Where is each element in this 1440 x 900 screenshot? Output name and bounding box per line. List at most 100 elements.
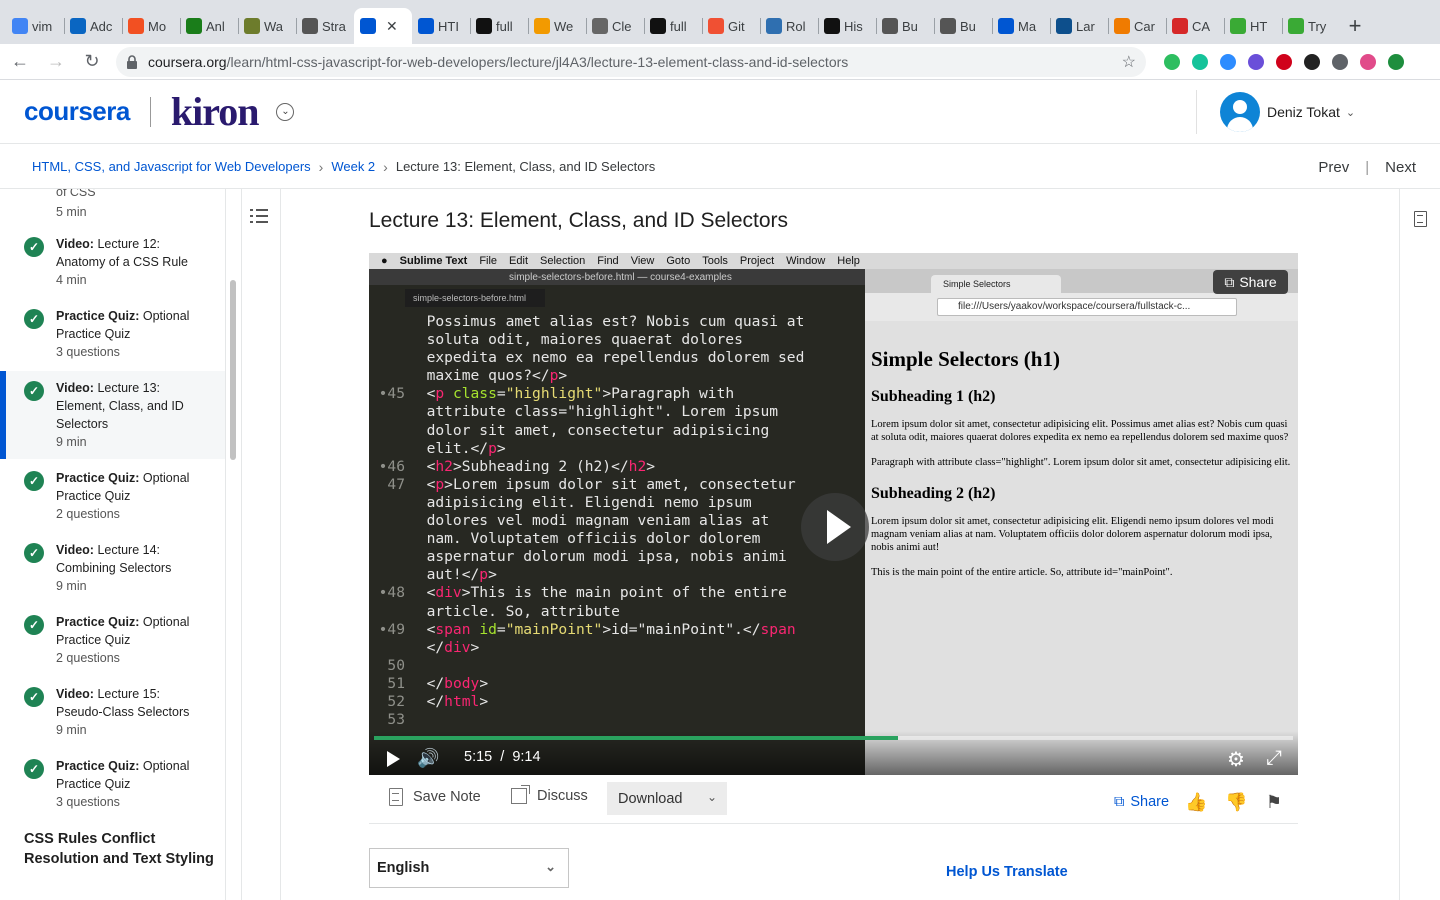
toc-column <box>241 189 281 900</box>
browser-tab[interactable]: Lar <box>1050 8 1108 44</box>
check-circle-icon: ✓ <box>24 615 44 635</box>
back-icon[interactable]: ← <box>4 46 36 78</box>
play-overlay-button[interactable] <box>801 493 869 561</box>
browser-tab[interactable]: Try <box>1282 8 1340 44</box>
browser-tab-label: Rol <box>786 18 806 34</box>
video-progress-bar[interactable] <box>374 736 1293 740</box>
browser-tab[interactable]: Cle <box>586 8 644 44</box>
sidebar-item-type: Practice Quiz: <box>56 309 140 323</box>
browser-tab[interactable]: full <box>644 8 702 44</box>
check-icon[interactable] <box>1248 53 1264 70</box>
browser-tab-label: full <box>670 18 687 34</box>
notes-icon[interactable] <box>1414 211 1427 227</box>
sidebar-scrollbar-thumb[interactable] <box>230 280 236 460</box>
share-button[interactable]: ⧉ Share <box>1114 794 1169 810</box>
mac-menu-item: Help <box>837 255 860 267</box>
page-title: Lecture 13: Element, Class, and ID Selec… <box>369 209 789 232</box>
prev-button[interactable]: Prev <box>1318 159 1349 176</box>
address-bar[interactable]: coursera.org/learn/html-css-javascript-f… <box>116 46 1146 77</box>
help-translate-link[interactable]: Help Us Translate <box>946 864 1068 880</box>
microsoft-icon <box>128 18 144 34</box>
browser-tab-label: His <box>844 18 863 34</box>
browser-tab[interactable]: Wa <box>238 8 296 44</box>
video-share-button[interactable]: ⧉ Share <box>1213 270 1288 294</box>
chevron-down-icon[interactable]: ⌄ <box>1346 106 1355 119</box>
browser-tab-label: Try <box>1308 18 1327 34</box>
browser-tab[interactable]: His <box>818 8 876 44</box>
circle-icon <box>1172 18 1188 34</box>
language-select[interactable]: English ⌄ <box>369 848 569 888</box>
sidebar-item-type: Video: <box>56 237 94 251</box>
user-menu[interactable]: Deniz Tokat ⌄ <box>1220 92 1355 132</box>
sidebar-item[interactable]: ✓ Video: Lecture 15: Pseudo-Class Selecto… <box>0 677 225 747</box>
sidebar-item[interactable]: ✓ Video: Lecture 12: Anatomy of a CSS Rul… <box>0 227 225 297</box>
user-name[interactable]: Deniz Tokat <box>1267 104 1340 120</box>
avatar[interactable] <box>1220 92 1260 132</box>
video-player[interactable]: ● Sublime Text File Edit Selection Find View Go… <box>369 253 1298 775</box>
new-tab-icon[interactable]: + <box>1340 8 1370 44</box>
sidebar-item-meta: 3 questions <box>56 345 120 359</box>
browser-tab[interactable]: Adc <box>64 8 122 44</box>
sidebar-item-text: Video: Lecture 13: Element, Class, and I… <box>56 379 206 459</box>
reload-icon[interactable]: ↻ <box>76 46 108 78</box>
thumbs-down-icon[interactable]: 👎 <box>1225 792 1247 813</box>
list-icon[interactable] <box>250 207 270 225</box>
flag-icon[interactable]: ⚑ <box>1266 792 1282 813</box>
w3-icon <box>1288 18 1304 34</box>
adblock-icon[interactable] <box>1276 53 1292 70</box>
browser-tab[interactable]: full <box>470 8 528 44</box>
browser-tab[interactable]: HT <box>1224 8 1282 44</box>
sidebar-item[interactable]: ✓ Practice Quiz: Optional Practice Quiz 3 … <box>0 299 225 369</box>
save-note-button[interactable]: Save Note <box>389 788 481 806</box>
evernote-icon[interactable] <box>1164 53 1180 70</box>
sidebar-item[interactable]: ✓ Practice Quiz: Optional Practice Quiz 2 … <box>0 605 225 675</box>
browser-tab-label: Mo <box>148 18 167 34</box>
browser-tab[interactable]: Mo <box>122 8 180 44</box>
rendered-paragraph: Lorem ipsum dolor sit amet, consectetur … <box>871 516 1274 553</box>
sidebar-item[interactable]: ✓ Practice Quiz: Optional Practice Quiz 3 … <box>0 749 225 819</box>
fullscreen-icon[interactable]: ⤢ <box>1266 747 1282 770</box>
browser-tab[interactable]: Rol <box>760 8 818 44</box>
puzzle-icon[interactable] <box>1332 53 1348 70</box>
rendered-paragraph: Paragraph with attribute class="highligh… <box>871 457 1291 468</box>
update-icon[interactable] <box>1388 53 1404 70</box>
discuss-button[interactable]: Discuss <box>511 785 588 804</box>
browser-tab[interactable]: ✕ <box>354 8 412 44</box>
react-icon[interactable] <box>1304 53 1320 70</box>
logo-divider <box>149 96 151 127</box>
color-icon[interactable] <box>1360 53 1376 70</box>
coursera-logo[interactable]: coursera <box>24 96 130 127</box>
thumbs-up-icon[interactable]: 👍 <box>1185 792 1207 813</box>
gear-icon[interactable]: ⚙ <box>1227 747 1245 772</box>
video-time: 5:15 / 9:14 <box>464 749 541 765</box>
browser-tab[interactable]: Bu <box>934 8 992 44</box>
browser-tab[interactable]: Ma <box>992 8 1050 44</box>
sidebar-section-title[interactable]: CSS Rules Conflict Resolution and Text S… <box>24 829 214 869</box>
download-button[interactable]: Download ⌄ <box>607 782 727 815</box>
breadcrumb-week[interactable]: Week 2 <box>331 159 375 174</box>
grammarly-icon[interactable] <box>1192 53 1208 70</box>
sidebar-item-fragment[interactable]: of CSS 5 min <box>56 189 96 221</box>
browser-tab[interactable]: Bu <box>876 8 934 44</box>
play-icon[interactable] <box>387 751 400 767</box>
browser-tab[interactable]: Anl <box>180 8 238 44</box>
browser-tab[interactable]: Stra <box>296 8 354 44</box>
kiron-logo[interactable]: kiron <box>171 88 260 135</box>
browser-tab[interactable]: CA <box>1166 8 1224 44</box>
browser-tab[interactable]: vim <box>6 8 64 44</box>
bookmark-star-icon[interactable]: ☆ <box>1122 52 1136 72</box>
next-button[interactable]: Next <box>1385 159 1416 176</box>
volume-icon[interactable]: 🔊 <box>417 748 439 769</box>
close-icon[interactable]: ✕ <box>386 18 398 35</box>
browser-tab[interactable]: Car <box>1108 8 1166 44</box>
browser-tab[interactable]: We <box>528 8 586 44</box>
forward-icon[interactable]: → <box>40 46 72 78</box>
zoom-icon[interactable] <box>1220 53 1236 70</box>
sidebar-item[interactable]: ✓ Video: Lecture 13: Element, Class, and … <box>0 371 225 459</box>
sidebar-item[interactable]: ✓ Video: Lecture 14: Combining Selectors 9… <box>0 533 225 603</box>
browser-tab[interactable]: HTI <box>412 8 470 44</box>
breadcrumb-course[interactable]: HTML, CSS, and Javascript for Web Develo… <box>32 159 311 174</box>
sidebar-item[interactable]: ✓ Practice Quiz: Optional Practice Quiz 2 … <box>0 461 225 531</box>
browser-tab[interactable]: Git <box>702 8 760 44</box>
chevron-down-icon[interactable]: ⌄ <box>276 102 295 121</box>
